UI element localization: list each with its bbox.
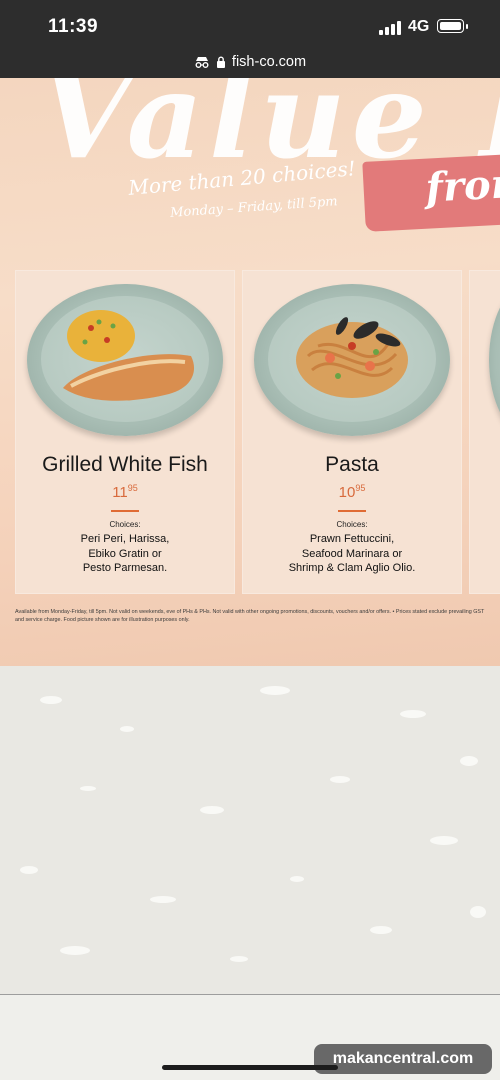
- choices-text: Peri Peri, Harissa, Ebiko Gratin or Pest…: [80, 533, 170, 574]
- menu-card-grilled-white-fish: Grilled White Fish 1195 Choices: Peri Pe…: [15, 270, 235, 594]
- home-indicator[interactable]: [162, 1065, 338, 1070]
- battery-icon: [437, 19, 464, 33]
- dish-name: Pasta: [325, 453, 379, 476]
- choices-label: Choices:: [109, 520, 141, 529]
- divider-rule: [111, 510, 139, 512]
- price-badge-text: from: [424, 159, 500, 212]
- url-text: fish-co.com: [231, 54, 307, 70]
- dish-image-partial: [489, 284, 500, 436]
- menu-banner: Value Lu More than 20 choices! Monday – …: [0, 78, 500, 666]
- menu-card-pasta: Pasta 1095 Choices: Prawn Fettuccini, Se…: [242, 270, 462, 594]
- network-type: 4G: [408, 18, 430, 35]
- menu-card-partial: [469, 270, 500, 594]
- lock-icon: [216, 56, 226, 68]
- price-badge: from: [362, 154, 500, 232]
- signal-bars-icon: [379, 20, 403, 35]
- dish-name: Grilled White Fish: [42, 453, 208, 476]
- address-bar[interactable]: fish-co.com: [0, 50, 500, 74]
- incognito-icon: [194, 56, 210, 68]
- dish-image-pasta: [254, 284, 450, 436]
- watermark: makancentral.com: [314, 1044, 492, 1074]
- choices-label: Choices:: [336, 520, 368, 529]
- banner-hours: Monday – Friday, till 5pm: [169, 194, 339, 221]
- dish-price: 1095: [338, 483, 366, 501]
- choices-text: Prawn Fettuccini, Seafood Marinara or Sh…: [288, 533, 416, 574]
- battery-tip: [466, 24, 468, 29]
- divider-rule: [338, 510, 366, 512]
- dish-price: 1195: [112, 483, 138, 501]
- status-bar: 11:39 4G fish-co.com: [0, 0, 500, 78]
- clock: 11:39: [48, 16, 99, 37]
- page-background: [0, 666, 500, 994]
- fine-print: Available from Monday-Friday, till 5pm. …: [15, 609, 485, 623]
- dish-image-fish: [27, 284, 223, 436]
